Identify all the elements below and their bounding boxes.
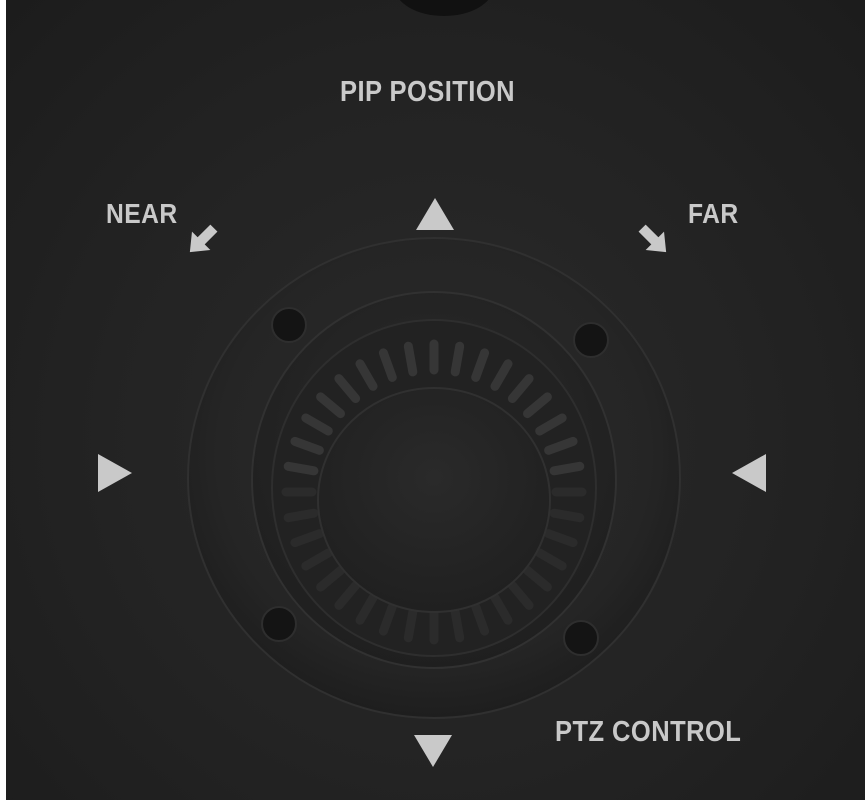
grip-ridge — [549, 461, 585, 476]
grip-ridge — [283, 508, 319, 523]
joystick-cap — [317, 387, 551, 613]
screw-hole-bottom-right — [563, 620, 599, 656]
grip-ridge — [549, 508, 585, 523]
grip-ridge — [450, 607, 465, 643]
screw-hole-top-right — [573, 322, 609, 358]
screw-hole-bottom-left — [261, 606, 297, 642]
ptz-control-panel: PIP POSITION NEAR FAR PTZ CONTROL — [6, 0, 865, 800]
grip-ridge — [283, 461, 319, 476]
grip-ridge — [403, 341, 418, 377]
grip-ridge — [450, 341, 465, 377]
grip-ridge — [403, 607, 418, 643]
screw-hole-top-left — [271, 307, 307, 343]
ptz-joystick[interactable] — [6, 0, 865, 800]
